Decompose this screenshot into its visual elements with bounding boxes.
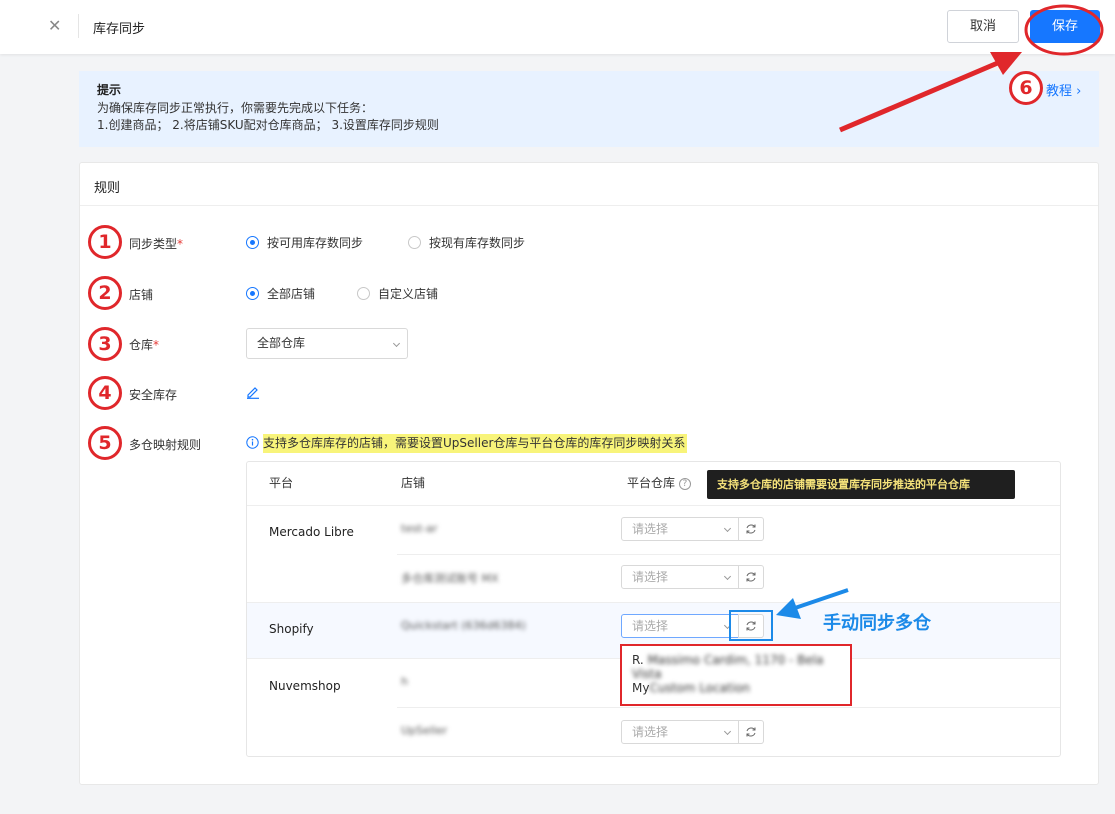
- annotation-arrow-blue: [776, 588, 849, 619]
- annotation-circle: [1024, 4, 1104, 56]
- annotation-overlay: [776, 4, 1104, 619]
- annotation-arrow-red: [839, 52, 1022, 133]
